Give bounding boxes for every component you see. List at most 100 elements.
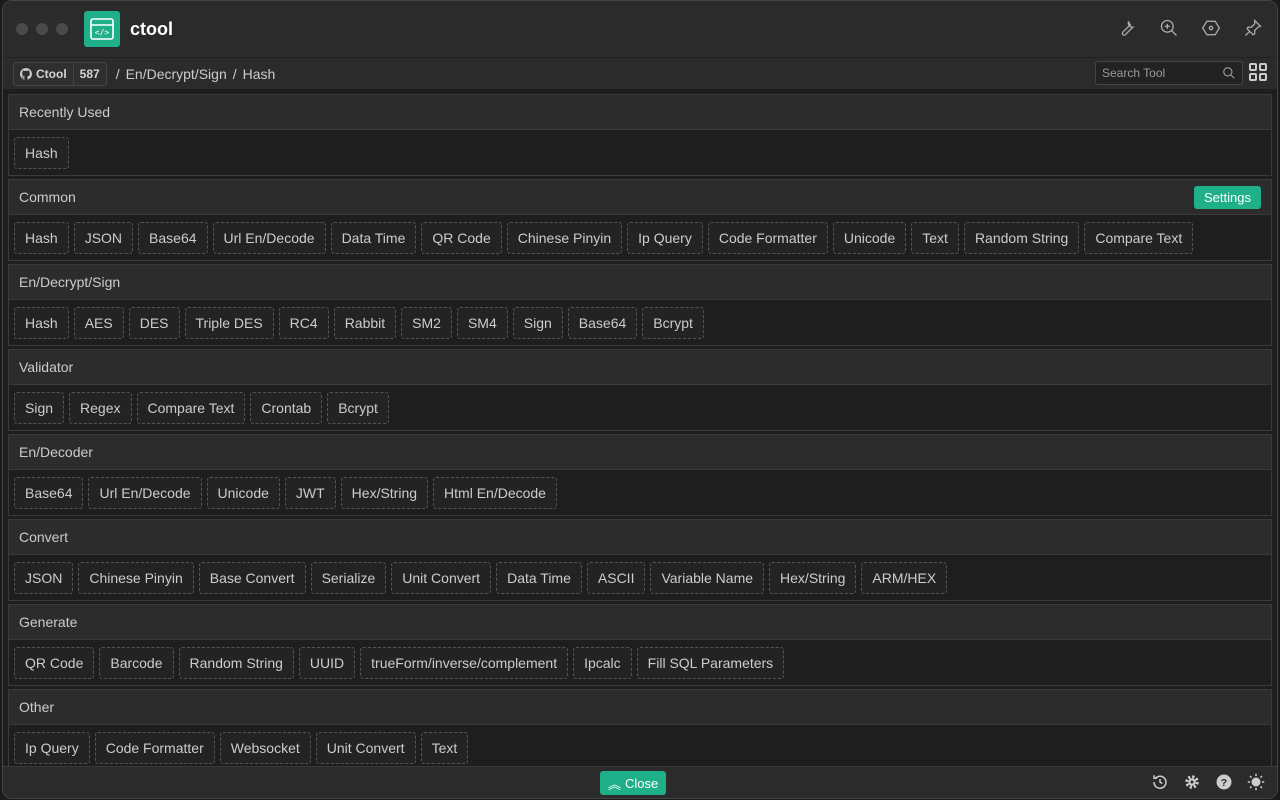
pin-icon[interactable] — [1243, 18, 1263, 38]
tool-button[interactable]: SM2 — [401, 306, 452, 339]
tool-button[interactable]: Base64 — [14, 476, 84, 509]
category-title: Recently Used — [19, 104, 111, 120]
tool-button[interactable]: Text — [420, 731, 469, 764]
tool-button[interactable]: QR Code — [421, 221, 502, 254]
tool-button[interactable]: SM4 — [456, 306, 508, 339]
tool-button[interactable]: Compare Text — [136, 391, 246, 424]
category-header: Other — [9, 690, 1271, 725]
category-section: Convert JSON Chinese Pinyin Base Convert Ser… — [8, 519, 1272, 601]
tool-button[interactable]: Base Convert — [198, 561, 306, 594]
tool-button[interactable]: Hex/String — [769, 561, 857, 594]
breadcrumb-item[interactable]: En/Decrypt/Sign — [126, 66, 227, 82]
tool-button[interactable]: Ipcalc — [573, 646, 632, 679]
category-title: En/Decoder — [19, 444, 93, 460]
tool-button[interactable]: ASCII — [586, 561, 646, 594]
tool-button[interactable]: JWT — [284, 476, 336, 509]
tool-list: Hash AES DES Triple DES RC4 Rabbit SM2 SM4 Sign B… — [9, 300, 1271, 345]
tool-button[interactable]: Hash — [14, 306, 69, 339]
github-badge[interactable]: Ctool 587 — [13, 61, 107, 86]
history-icon[interactable] — [1151, 773, 1169, 791]
tool-button[interactable]: Unicode — [832, 221, 907, 254]
category-section: Validator Sign Regex Compare Text Crontab Bcr… — [8, 349, 1272, 431]
close-label: Close — [625, 775, 659, 791]
tool-button[interactable]: Url En/Decode — [212, 221, 326, 254]
tool-button[interactable]: Ip Query — [627, 221, 703, 254]
tool-button[interactable]: Code Formatter — [707, 221, 828, 254]
category-header: Generate — [9, 605, 1271, 640]
category-section: Other Ip Query Code Formatter Websocket Unit… — [8, 689, 1272, 771]
tool-button[interactable]: JSON — [14, 561, 74, 594]
breadcrumb: / En/Decrypt/Sign / Hash — [115, 65, 276, 82]
help-icon[interactable]: ? — [1215, 773, 1233, 791]
tool-button[interactable]: DES — [128, 306, 180, 339]
tool-button[interactable]: trueForm/inverse/complement — [360, 646, 569, 679]
tool-button[interactable]: ARM/HEX — [861, 561, 948, 594]
tool-list: JSON Chinese Pinyin Base Convert Serialize U… — [9, 555, 1271, 600]
tool-button[interactable]: Crontab — [250, 391, 323, 424]
close-button[interactable]: ︽ Close — [600, 771, 667, 795]
svg-text:</>: </> — [95, 28, 110, 37]
tool-button[interactable]: Compare Text — [1084, 221, 1194, 254]
tool-button[interactable]: Barcode — [99, 646, 174, 679]
nav-bar: Ctool 587 /En/Decrypt/Sign / Hash Search T… — [3, 57, 1277, 89]
hexagon-settings-icon[interactable] — [1201, 18, 1221, 38]
window-maximize-button[interactable] — [56, 23, 68, 35]
sun-theme-icon[interactable] — [1247, 773, 1265, 791]
tool-button[interactable]: Variable Name — [650, 561, 765, 594]
tool-button[interactable]: Base64 — [138, 221, 208, 254]
gear-icon[interactable] — [1183, 773, 1201, 791]
tool-button[interactable]: Regex — [69, 391, 132, 424]
window-minimize-button[interactable] — [36, 23, 48, 35]
tool-button[interactable]: Random String — [178, 646, 294, 679]
tool-button[interactable]: Random String — [963, 221, 1080, 254]
category-title: Convert — [19, 529, 69, 545]
tool-button[interactable]: Chinese Pinyin — [78, 561, 194, 594]
tool-button[interactable]: Unit Convert — [315, 731, 416, 764]
tool-button[interactable]: Code Formatter — [94, 731, 215, 764]
tool-button[interactable]: AES — [73, 306, 124, 339]
tool-list: QR Code Barcode Random String UUID trueForm/… — [9, 640, 1271, 685]
tool-button[interactable]: Ip Query — [14, 731, 90, 764]
tool-button[interactable]: RC4 — [278, 306, 329, 339]
tool-button[interactable]: Fill SQL Parameters — [636, 646, 785, 679]
title-bar: </> ctool — [3, 1, 1277, 57]
tool-button[interactable]: Bcrypt — [642, 306, 704, 339]
tool-button[interactable]: Hex/String — [340, 476, 429, 509]
tool-button[interactable]: Data Time — [330, 221, 417, 254]
tool-button[interactable]: Unicode — [206, 476, 280, 509]
tool-button[interactable]: Data Time — [496, 561, 582, 594]
search-icon — [1223, 67, 1235, 79]
tool-button[interactable]: Hash — [14, 136, 69, 169]
tool-button[interactable]: QR Code — [14, 646, 95, 679]
category-section: Recently Used Hash — [8, 94, 1272, 176]
tool-button[interactable]: Html En/Decode — [433, 476, 557, 509]
category-header: Convert — [9, 520, 1271, 555]
window-close-button[interactable] — [16, 23, 28, 35]
category-section: En/Decrypt/Sign Hash AES DES Triple DES RC4 Ra… — [8, 264, 1272, 346]
wrench-icon[interactable] — [1117, 18, 1137, 38]
zoom-in-icon[interactable] — [1159, 18, 1179, 38]
tool-button[interactable]: Base64 — [567, 306, 638, 339]
search-input[interactable]: Search Tool — [1095, 61, 1243, 85]
tool-button[interactable]: JSON — [73, 221, 134, 254]
tool-button[interactable]: Url En/Decode — [88, 476, 202, 509]
tool-button[interactable]: Text — [911, 221, 959, 254]
tool-button[interactable]: Serialize — [310, 561, 387, 594]
tool-button[interactable]: Hash — [14, 221, 69, 254]
category-header: En/Decoder — [9, 435, 1271, 470]
tool-button[interactable]: Triple DES — [184, 306, 274, 339]
breadcrumb-item[interactable]: Hash — [243, 66, 276, 82]
tool-button[interactable]: Bcrypt — [327, 391, 389, 424]
tool-list: Base64 Url En/Decode Unicode JWT Hex/String H… — [9, 470, 1271, 515]
tool-button[interactable]: Websocket — [219, 731, 311, 764]
tool-button[interactable]: Sign — [14, 391, 65, 424]
tool-button[interactable]: Chinese Pinyin — [506, 221, 623, 254]
tool-button[interactable]: Sign — [512, 306, 563, 339]
tool-button[interactable]: Rabbit — [333, 306, 397, 339]
tool-list: Hash — [9, 130, 1271, 175]
app-title: ctool — [130, 18, 173, 39]
settings-button[interactable]: Settings — [1194, 185, 1261, 209]
tool-button[interactable]: UUID — [298, 646, 356, 679]
grid-view-icon[interactable] — [1249, 63, 1267, 81]
tool-button[interactable]: Unit Convert — [391, 561, 492, 594]
